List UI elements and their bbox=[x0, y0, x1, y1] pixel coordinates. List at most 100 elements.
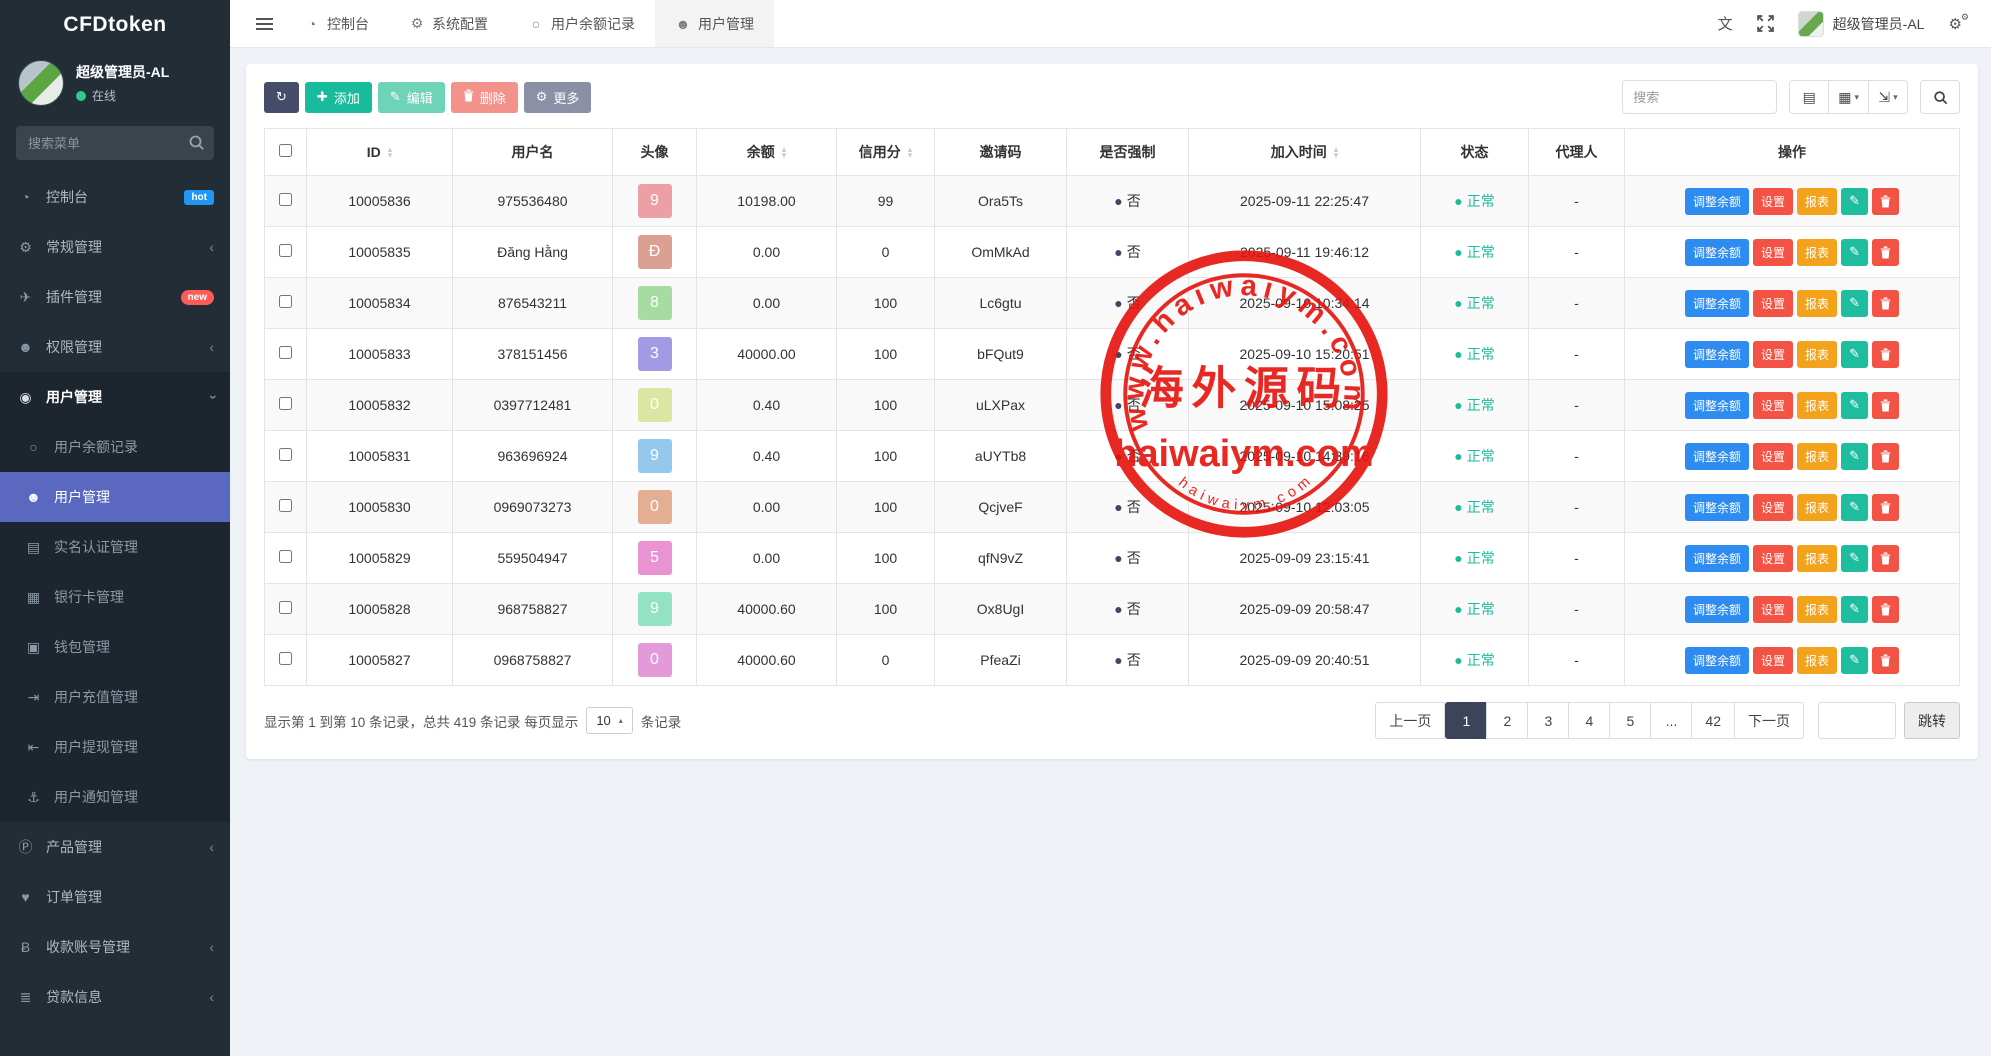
add-button[interactable]: ✚添加 bbox=[305, 82, 372, 113]
sidebar-subitem-用户余额记录[interactable]: ○用户余额记录 bbox=[0, 422, 230, 472]
settings-gears-icon[interactable]: ⚙⚙ bbox=[1948, 15, 1972, 33]
delete-row-button[interactable] bbox=[1872, 545, 1899, 572]
sidebar-item-控制台[interactable]: ◔控制台hot bbox=[0, 172, 230, 222]
tab-用户余额记录[interactable]: ○用户余额记录 bbox=[508, 0, 655, 47]
report-button[interactable]: 报表 bbox=[1797, 647, 1837, 674]
more-button[interactable]: ⚙更多 bbox=[524, 82, 592, 113]
sidebar-item-权限管理[interactable]: ☻权限管理‹ bbox=[0, 322, 230, 372]
edit-row-button[interactable]: ✎ bbox=[1841, 290, 1868, 317]
topbar-user[interactable]: 超级管理员-AL bbox=[1798, 11, 1925, 37]
column-header-avatar[interactable]: 头像 bbox=[613, 129, 697, 176]
sidebar-subitem-实名认证管理[interactable]: ▤实名认证管理 bbox=[0, 522, 230, 572]
adjust-balance-button[interactable]: 调整余额 bbox=[1685, 647, 1749, 674]
delete-row-button[interactable] bbox=[1872, 647, 1899, 674]
sidebar-subitem-用户提现管理[interactable]: ⇤用户提现管理 bbox=[0, 722, 230, 772]
forced-flag[interactable]: ●否 bbox=[1114, 395, 1140, 415]
table-search-input[interactable] bbox=[1622, 80, 1777, 114]
edit-row-button[interactable]: ✎ bbox=[1841, 647, 1868, 674]
column-header-agent[interactable]: 代理人 bbox=[1529, 129, 1625, 176]
sidebar-subitem-用户通知管理[interactable]: ⚓用户通知管理 bbox=[0, 772, 230, 822]
delete-row-button[interactable] bbox=[1872, 188, 1899, 215]
delete-row-button[interactable] bbox=[1872, 290, 1899, 317]
page-button-5[interactable]: 5 bbox=[1609, 702, 1651, 739]
edit-row-button[interactable]: ✎ bbox=[1841, 596, 1868, 623]
forced-flag[interactable]: ●否 bbox=[1114, 344, 1140, 364]
next-page-button[interactable]: 下一页 bbox=[1734, 702, 1804, 739]
search-button[interactable] bbox=[1920, 80, 1960, 114]
tab-用户管理[interactable]: ☻用户管理 bbox=[655, 0, 774, 47]
page-button-1[interactable]: 1 bbox=[1445, 702, 1487, 739]
column-header-credit[interactable]: 信用分▴▾ bbox=[837, 129, 935, 176]
sort-icon[interactable]: ▴▾ bbox=[908, 146, 913, 158]
delete-row-button[interactable] bbox=[1872, 494, 1899, 521]
column-header-username[interactable]: 用户名 bbox=[453, 129, 613, 176]
page-button-42[interactable]: 42 bbox=[1691, 702, 1735, 739]
adjust-balance-button[interactable]: 调整余额 bbox=[1685, 392, 1749, 419]
forced-flag[interactable]: ●否 bbox=[1114, 293, 1140, 313]
delete-row-button[interactable] bbox=[1872, 443, 1899, 470]
fullscreen-icon[interactable] bbox=[1757, 15, 1774, 32]
edit-row-button[interactable]: ✎ bbox=[1841, 392, 1868, 419]
columns-button[interactable]: ▦▾ bbox=[1828, 80, 1869, 114]
settings-button[interactable]: 设置 bbox=[1753, 443, 1793, 470]
forced-flag[interactable]: ●否 bbox=[1114, 548, 1140, 568]
sidebar-item-贷款信息[interactable]: ≣贷款信息‹ bbox=[0, 972, 230, 1022]
sort-icon[interactable]: ▴▾ bbox=[388, 146, 393, 158]
export-button[interactable]: ⇲▾ bbox=[1868, 80, 1908, 114]
row-checkbox[interactable] bbox=[279, 346, 292, 359]
prev-page-button[interactable]: 上一页 bbox=[1375, 702, 1445, 739]
report-button[interactable]: 报表 bbox=[1797, 596, 1837, 623]
settings-button[interactable]: 设置 bbox=[1753, 647, 1793, 674]
forced-flag[interactable]: ●否 bbox=[1114, 446, 1140, 466]
translate-icon[interactable]: 文 bbox=[1718, 13, 1733, 34]
sort-icon[interactable]: ▴▾ bbox=[1334, 146, 1339, 158]
edit-row-button[interactable]: ✎ bbox=[1841, 443, 1868, 470]
row-checkbox[interactable] bbox=[279, 193, 292, 206]
settings-button[interactable]: 设置 bbox=[1753, 239, 1793, 266]
sidebar-item-产品管理[interactable]: Ⓟ产品管理‹ bbox=[0, 822, 230, 872]
column-header-balance[interactable]: 余额▴▾ bbox=[697, 129, 837, 176]
adjust-balance-button[interactable]: 调整余额 bbox=[1685, 239, 1749, 266]
delete-row-button[interactable] bbox=[1872, 341, 1899, 368]
forced-flag[interactable]: ●否 bbox=[1114, 242, 1140, 262]
row-checkbox[interactable] bbox=[279, 601, 292, 614]
adjust-balance-button[interactable]: 调整余额 bbox=[1685, 188, 1749, 215]
settings-button[interactable]: 设置 bbox=[1753, 545, 1793, 572]
page-button-3[interactable]: 3 bbox=[1527, 702, 1569, 739]
settings-button[interactable]: 设置 bbox=[1753, 341, 1793, 368]
column-header-join_time[interactable]: 加入时间▴▾ bbox=[1189, 129, 1421, 176]
report-button[interactable]: 报表 bbox=[1797, 443, 1837, 470]
settings-button[interactable]: 设置 bbox=[1753, 494, 1793, 521]
edit-row-button[interactable]: ✎ bbox=[1841, 239, 1868, 266]
column-header-actions[interactable]: 操作 bbox=[1625, 129, 1960, 176]
column-header-invite[interactable]: 邀请码 bbox=[935, 129, 1067, 176]
adjust-balance-button[interactable]: 调整余额 bbox=[1685, 290, 1749, 317]
tab-控制台[interactable]: ◔控制台 bbox=[284, 0, 389, 47]
sidebar-item-用户管理[interactable]: ◉用户管理‹ bbox=[0, 372, 230, 422]
edit-row-button[interactable]: ✎ bbox=[1841, 494, 1868, 521]
adjust-balance-button[interactable]: 调整余额 bbox=[1685, 494, 1749, 521]
edit-button[interactable]: ✎编辑 bbox=[378, 82, 445, 113]
report-button[interactable]: 报表 bbox=[1797, 341, 1837, 368]
column-header-forced[interactable]: 是否强制 bbox=[1067, 129, 1189, 176]
page-button-2[interactable]: 2 bbox=[1486, 702, 1528, 739]
forced-flag[interactable]: ●否 bbox=[1114, 191, 1140, 211]
row-checkbox[interactable] bbox=[279, 397, 292, 410]
forced-flag[interactable]: ●否 bbox=[1114, 650, 1140, 670]
select-all-checkbox[interactable] bbox=[279, 144, 292, 157]
adjust-balance-button[interactable]: 调整余额 bbox=[1685, 341, 1749, 368]
report-button[interactable]: 报表 bbox=[1797, 188, 1837, 215]
row-checkbox[interactable] bbox=[279, 550, 292, 563]
settings-button[interactable]: 设置 bbox=[1753, 596, 1793, 623]
menu-search-input[interactable] bbox=[16, 126, 214, 160]
edit-row-button[interactable]: ✎ bbox=[1841, 545, 1868, 572]
page-button-4[interactable]: 4 bbox=[1568, 702, 1610, 739]
report-button[interactable]: 报表 bbox=[1797, 392, 1837, 419]
sidebar-subitem-用户充值管理[interactable]: ⇥用户充值管理 bbox=[0, 672, 230, 722]
column-header-status[interactable]: 状态 bbox=[1421, 129, 1529, 176]
settings-button[interactable]: 设置 bbox=[1753, 188, 1793, 215]
sort-icon[interactable]: ▴▾ bbox=[782, 146, 787, 158]
page-size-select[interactable]: 10▴ bbox=[586, 707, 632, 734]
report-button[interactable]: 报表 bbox=[1797, 494, 1837, 521]
tab-系统配置[interactable]: ⚙系统配置 bbox=[389, 0, 508, 47]
